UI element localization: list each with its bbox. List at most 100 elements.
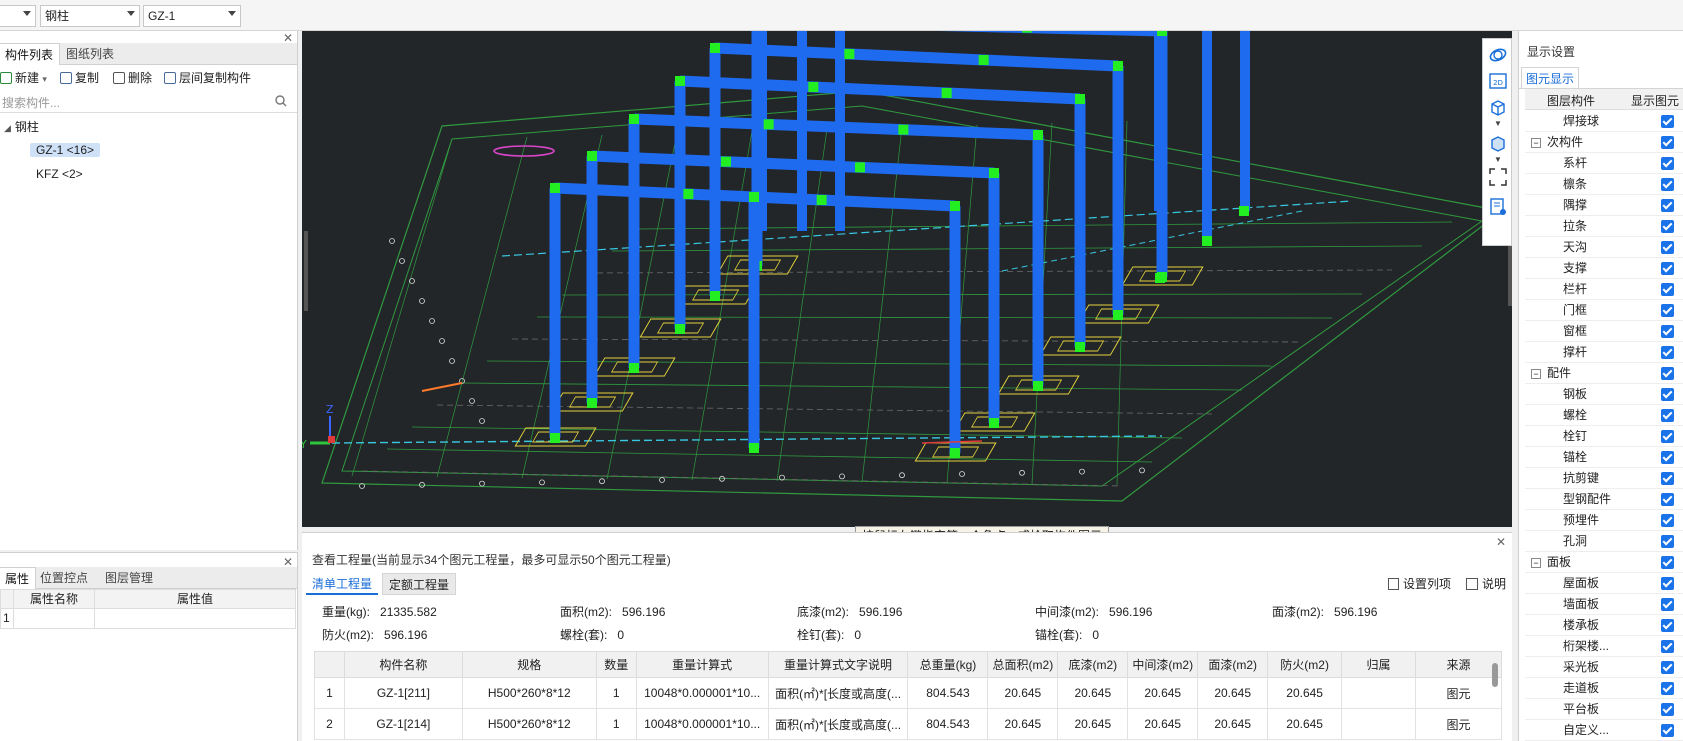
close-icon[interactable]: ✕ (1496, 535, 1506, 549)
col-name[interactable]: 构件名称 (343, 651, 463, 678)
layer-item[interactable]: 螺栓 (1525, 405, 1683, 426)
show-checkbox[interactable] (1661, 241, 1674, 254)
show-checkbox[interactable] (1661, 451, 1674, 464)
show-checkbox[interactable] (1661, 262, 1674, 275)
collapse-icon[interactable]: − (1531, 138, 1541, 148)
layer-item[interactable]: − 配件 (1525, 363, 1683, 384)
col-weight-formula[interactable]: 重量计算式 (635, 651, 769, 678)
layer-item[interactable]: 栓钉 (1525, 426, 1683, 447)
layer-item[interactable]: 系杆 (1525, 153, 1683, 174)
tab-element-display[interactable]: 图元显示 (1521, 67, 1580, 89)
show-checkbox[interactable] (1661, 199, 1674, 212)
show-checkbox[interactable] (1661, 472, 1674, 485)
layer-item[interactable]: 门框 (1525, 300, 1683, 321)
show-checkbox[interactable] (1661, 682, 1674, 695)
set-columns-button[interactable]: 设置列项 (1388, 575, 1451, 592)
show-checkbox[interactable] (1661, 703, 1674, 716)
copy-between-floors-button[interactable]: 层间复制构件 (164, 69, 251, 87)
show-checkbox[interactable] (1661, 325, 1674, 338)
tab-layer-management[interactable]: 图层管理 (99, 567, 159, 589)
layer-item[interactable]: − 次构件 (1525, 132, 1683, 153)
show-checkbox[interactable] (1661, 535, 1674, 548)
col-intermediate[interactable]: 中间漆(m2) (1127, 651, 1199, 678)
col-total-weight[interactable]: 总重量(kg) (907, 651, 989, 678)
show-checkbox[interactable] (1661, 388, 1674, 401)
show-checkbox[interactable] (1661, 640, 1674, 653)
chevron-down-icon[interactable]: ▼ (1494, 155, 1502, 164)
show-checkbox[interactable] (1661, 115, 1674, 128)
col-primer[interactable]: 底漆(m2) (1057, 651, 1129, 678)
tab-drawing-list[interactable]: 图纸列表 (60, 43, 120, 65)
col-weight-formula-desc[interactable]: 重量计算式文字说明 (767, 651, 909, 678)
new-button[interactable]: 新建 ▾ (0, 69, 47, 87)
component-type-select[interactable]: 钢柱 (40, 5, 140, 27)
layer-item[interactable]: 天沟 (1525, 237, 1683, 258)
layer-item[interactable]: 栏杆 (1525, 279, 1683, 300)
layer-item[interactable]: 锚栓 (1525, 447, 1683, 468)
collapse-icon[interactable]: − (1531, 369, 1541, 379)
layer-item[interactable]: 墙面板 (1525, 594, 1683, 615)
show-checkbox[interactable] (1661, 724, 1674, 737)
col-spec[interactable]: 规格 (461, 651, 597, 678)
layer-item[interactable]: 窗框 (1525, 321, 1683, 342)
show-checkbox[interactable] (1661, 493, 1674, 506)
tree-node-steel-column[interactable]: ◢ 钢柱 (4, 117, 39, 137)
search-icon[interactable] (275, 93, 287, 113)
3d-viewport[interactable]: ZY (302, 31, 1512, 527)
show-checkbox[interactable] (1661, 367, 1674, 380)
show-checkbox[interactable] (1661, 136, 1674, 149)
tab-position-control[interactable]: 位置控点 (34, 567, 94, 589)
floor-select[interactable] (0, 5, 36, 27)
help-button[interactable]: 说明 (1466, 575, 1506, 592)
layer-item[interactable]: 檩条 (1525, 174, 1683, 195)
property-value-cell[interactable] (94, 609, 296, 629)
copy-button[interactable]: 复制 (60, 69, 99, 87)
2d-icon[interactable]: 2D (1488, 71, 1508, 91)
layer-item[interactable]: 拉条 (1525, 216, 1683, 237)
show-checkbox[interactable] (1661, 619, 1674, 632)
chevron-down-icon[interactable]: ▼ (1494, 119, 1502, 128)
splitter-handle[interactable] (304, 231, 308, 311)
col-topcoat[interactable]: 面漆(m2) (1197, 651, 1269, 678)
component-select[interactable]: GZ-1 (143, 5, 241, 27)
col-belongs[interactable]: 归属 (1341, 651, 1416, 678)
layer-item[interactable]: 走道板 (1525, 678, 1683, 699)
layer-item[interactable]: 采光板 (1525, 657, 1683, 678)
delete-button[interactable]: 删除 (113, 69, 152, 87)
layer-item[interactable]: 撑杆 (1525, 342, 1683, 363)
layer-item[interactable]: 抗剪键 (1525, 468, 1683, 489)
layer-item[interactable]: 楼承板 (1525, 615, 1683, 636)
layer-item[interactable]: 型钢配件 (1525, 489, 1683, 510)
3d-box-icon[interactable] (1488, 97, 1508, 117)
col-count[interactable]: 数量 (595, 651, 637, 678)
show-checkbox[interactable] (1661, 577, 1674, 590)
tab-bill-quantity[interactable]: 清单工程量 (306, 573, 379, 595)
layer-item[interactable]: 孔洞 (1525, 531, 1683, 552)
layer-item[interactable]: 自定义... (1525, 720, 1683, 741)
tree-item-kfz[interactable]: KFZ <2> (36, 164, 83, 184)
caret-down-icon[interactable]: ◢ (4, 123, 11, 133)
show-checkbox[interactable] (1661, 430, 1674, 443)
col-source[interactable]: 来源 (1414, 651, 1503, 678)
show-checkbox[interactable] (1661, 598, 1674, 611)
col-fireproof[interactable]: 防火(m2) (1267, 651, 1343, 678)
show-checkbox[interactable] (1661, 514, 1674, 527)
collapse-icon[interactable]: − (1531, 558, 1541, 568)
fit-view-icon[interactable] (1488, 167, 1508, 187)
component-search-input[interactable]: 搜索构件... (0, 93, 297, 113)
col-total-area[interactable]: 总面积(m2) (987, 651, 1059, 678)
view-settings-icon[interactable] (1488, 197, 1508, 217)
show-checkbox[interactable] (1661, 178, 1674, 191)
layer-item[interactable]: 焊接球 (1525, 111, 1683, 132)
show-checkbox[interactable] (1661, 346, 1674, 359)
3d-cube-icon[interactable] (1488, 133, 1508, 153)
show-checkbox[interactable] (1661, 409, 1674, 422)
show-checkbox[interactable] (1661, 304, 1674, 317)
tree-item-gz1[interactable]: GZ-1 <16> (30, 140, 101, 160)
splitter-handle-right[interactable] (1508, 246, 1512, 306)
table-row[interactable]: 2 GZ-1[214] H500*260*8*12 1 10048*0.0000… (314, 708, 1503, 740)
tab-component-list[interactable]: 构件列表 (0, 43, 61, 65)
show-checkbox[interactable] (1661, 661, 1674, 674)
layer-item[interactable]: 预埋件 (1525, 510, 1683, 531)
layer-item[interactable]: 屋面板 (1525, 573, 1683, 594)
